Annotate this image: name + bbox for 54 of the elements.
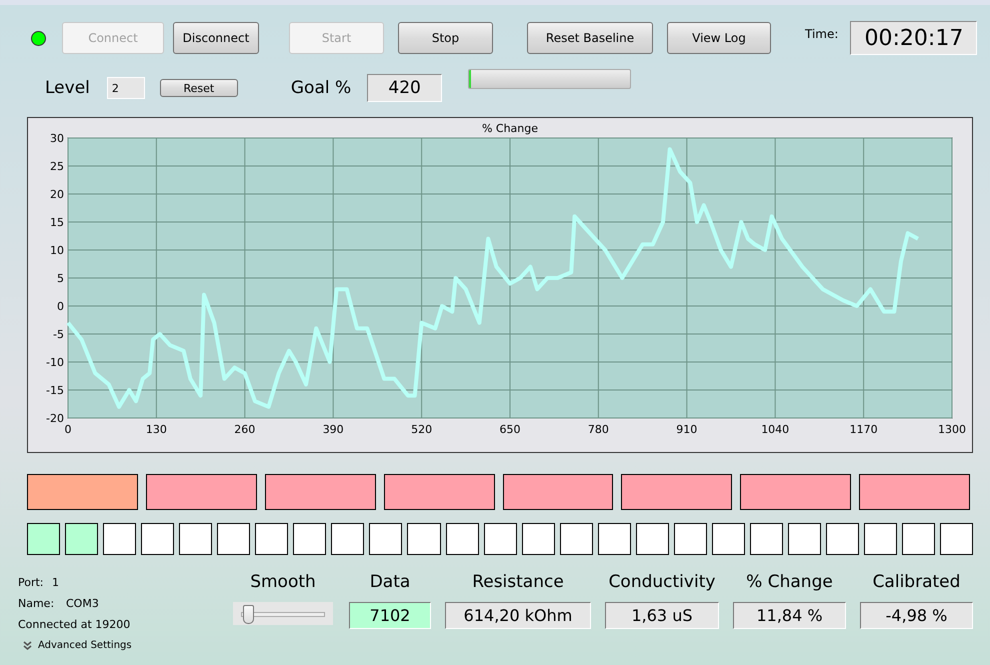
y-tick-label: 10	[50, 244, 64, 257]
x-tick-label: 390	[322, 423, 344, 436]
time-display: 00:20:17	[850, 21, 978, 55]
readout-label: Conductivity	[608, 572, 716, 594]
y-tick-label: 25	[50, 160, 64, 173]
slider-thumb[interactable]	[243, 605, 254, 624]
goal-label: Goal %	[290, 78, 352, 98]
level-label: Level	[45, 78, 90, 98]
connection-status: Connected at 19200	[18, 618, 130, 631]
port-value: 1	[52, 576, 59, 589]
x-tick-label: 1040	[761, 423, 790, 436]
name-label: Name:	[18, 597, 52, 610]
time-label: Time:	[805, 27, 838, 41]
y-tick-label: 0	[57, 300, 64, 313]
readout-value: 1,63 uS	[605, 602, 719, 629]
x-tick-label: 1170	[850, 423, 878, 436]
readout-value: 11,84 %	[733, 602, 846, 629]
port-label: Port:	[18, 576, 45, 589]
chart-title: % Change	[482, 122, 538, 135]
reset-button[interactable]: Reset	[160, 79, 238, 97]
readout-label: Calibrated	[872, 572, 960, 594]
toolbar-button[interactable]: Stop	[398, 22, 493, 54]
x-tick-label: 130	[146, 423, 167, 436]
y-tick-label: 5	[57, 272, 64, 285]
x-tick-label: 260	[234, 423, 256, 436]
toolbar-button[interactable]: Disconnect	[173, 22, 259, 54]
x-tick-label: 910	[676, 423, 698, 436]
x-tick-label: 780	[588, 423, 609, 436]
y-tick-label: -20	[46, 412, 64, 425]
goal-field: 420	[367, 74, 442, 102]
readout-value: 614,20 kOhm	[445, 602, 591, 629]
y-tick-label: -10	[46, 356, 64, 369]
readout-value: -4,98 %	[860, 602, 973, 629]
x-tick-label: 650	[500, 423, 520, 436]
readout-label: Resistance	[472, 572, 564, 594]
x-tick-label: 0	[64, 423, 72, 436]
readout-value: 7102	[349, 602, 431, 629]
toolbar-button[interactable]: Reset Baseline	[527, 22, 653, 54]
x-tick-label: 1300	[938, 423, 966, 436]
readout-label: % Change	[746, 572, 833, 594]
advanced-settings-link[interactable]: Advanced Settings	[38, 640, 132, 651]
toolbar-button[interactable]: View Log	[667, 22, 771, 54]
y-tick-label: -15	[46, 384, 64, 397]
y-tick-label: 30	[50, 132, 64, 145]
smooth-slider[interactable]	[233, 602, 333, 625]
y-tick-label: -5	[53, 328, 64, 341]
x-tick-label: 520	[411, 423, 432, 436]
name-value: COM3	[66, 597, 99, 610]
y-tick-label: 20	[50, 188, 64, 201]
smooth-label: Smooth	[250, 572, 316, 594]
level-field[interactable]: 2	[106, 77, 145, 99]
y-tick-label: 15	[50, 216, 64, 229]
double-chevron-icon[interactable]	[23, 640, 32, 650]
readout-label: Data	[370, 572, 410, 594]
